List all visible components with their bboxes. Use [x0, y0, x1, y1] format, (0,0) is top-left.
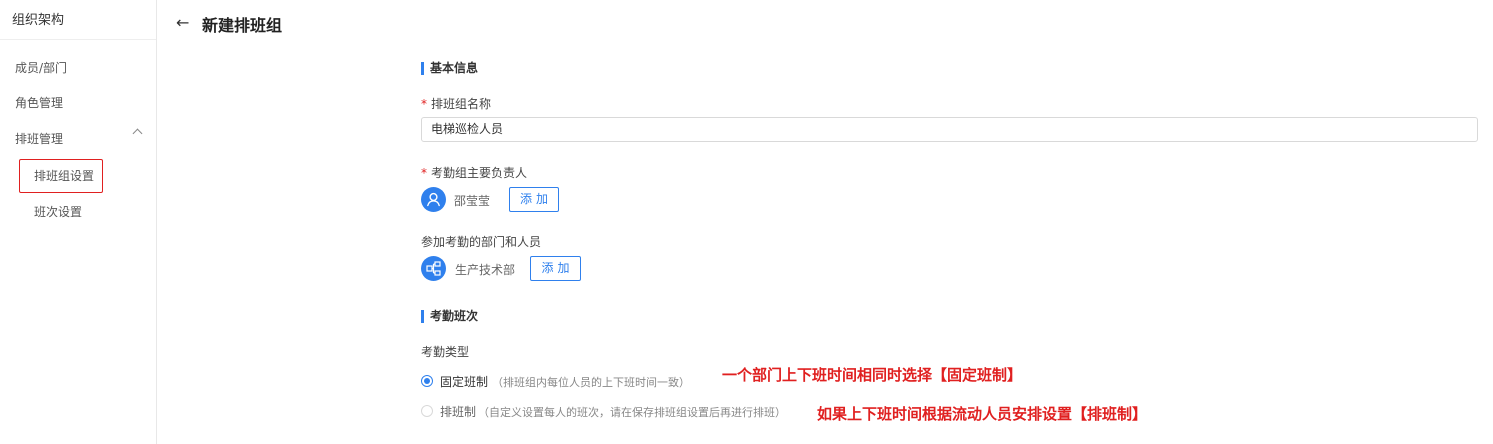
- fixed-shift-radio[interactable]: [421, 375, 433, 387]
- flex-shift-label[interactable]: 排班制: [440, 403, 476, 420]
- required-mark: *: [421, 97, 427, 111]
- sidebar-item-scheduling[interactable]: 排班管理: [15, 130, 63, 147]
- sidebar-item-shift-settings[interactable]: 班次设置: [34, 203, 82, 220]
- section-title-shift: 考勤班次: [421, 310, 478, 323]
- flex-shift-annotation: 如果上下班时间根据流动人员安排设置【排班制】: [817, 405, 1148, 423]
- fixed-shift-hint: （排班组内每位人员的上下班时间一致）: [492, 376, 690, 389]
- chevron-up-icon[interactable]: [132, 128, 143, 139]
- member-department: 生产技术部: [455, 263, 516, 277]
- group-name-label-text: 排班组名称: [431, 97, 492, 111]
- sidebar-item-members[interactable]: 成员/部门: [15, 59, 67, 76]
- required-mark: *: [421, 166, 427, 180]
- members-label: 参加考勤的部门和人员: [421, 235, 542, 249]
- org-chart-icon: [426, 261, 441, 276]
- department-avatar-icon: [421, 256, 446, 281]
- user-avatar-icon: [421, 187, 446, 212]
- flex-shift-hint: （自定义设置每人的班次，请在保存排班组设置后再进行排班）: [478, 406, 786, 419]
- sidebar-item-group-settings[interactable]: 排班组设置: [34, 167, 94, 184]
- sidebar: 组织架构 成员/部门 角色管理 排班管理 排班组设置 班次设置: [0, 0, 157, 444]
- owner-label: * 考勤组主要负责人: [421, 164, 527, 181]
- fixed-shift-label[interactable]: 固定班制: [440, 373, 488, 390]
- group-name-label: * 排班组名称: [421, 95, 491, 112]
- sidebar-divider: [0, 39, 156, 40]
- page-title: 新建排班组: [202, 16, 283, 35]
- owner-label-text: 考勤组主要负责人: [431, 166, 528, 180]
- flex-shift-radio[interactable]: [421, 405, 433, 417]
- sidebar-title: 组织架构: [12, 13, 65, 28]
- attendance-type-label: 考勤类型: [421, 345, 470, 359]
- add-owner-button[interactable]: 添加: [509, 187, 559, 212]
- add-members-button[interactable]: 添加: [530, 256, 581, 281]
- section-title-basic: 基本信息: [421, 62, 478, 75]
- user-icon: [427, 192, 440, 207]
- owner-name: 邵莹莹: [454, 194, 491, 208]
- group-name-input[interactable]: 电梯巡检人员: [421, 117, 1478, 142]
- back-arrow-icon[interactable]: ←: [176, 13, 189, 32]
- sidebar-item-roles[interactable]: 角色管理: [15, 94, 63, 111]
- fixed-shift-annotation: 一个部门上下班时间相同时选择【固定班制】: [722, 366, 1023, 384]
